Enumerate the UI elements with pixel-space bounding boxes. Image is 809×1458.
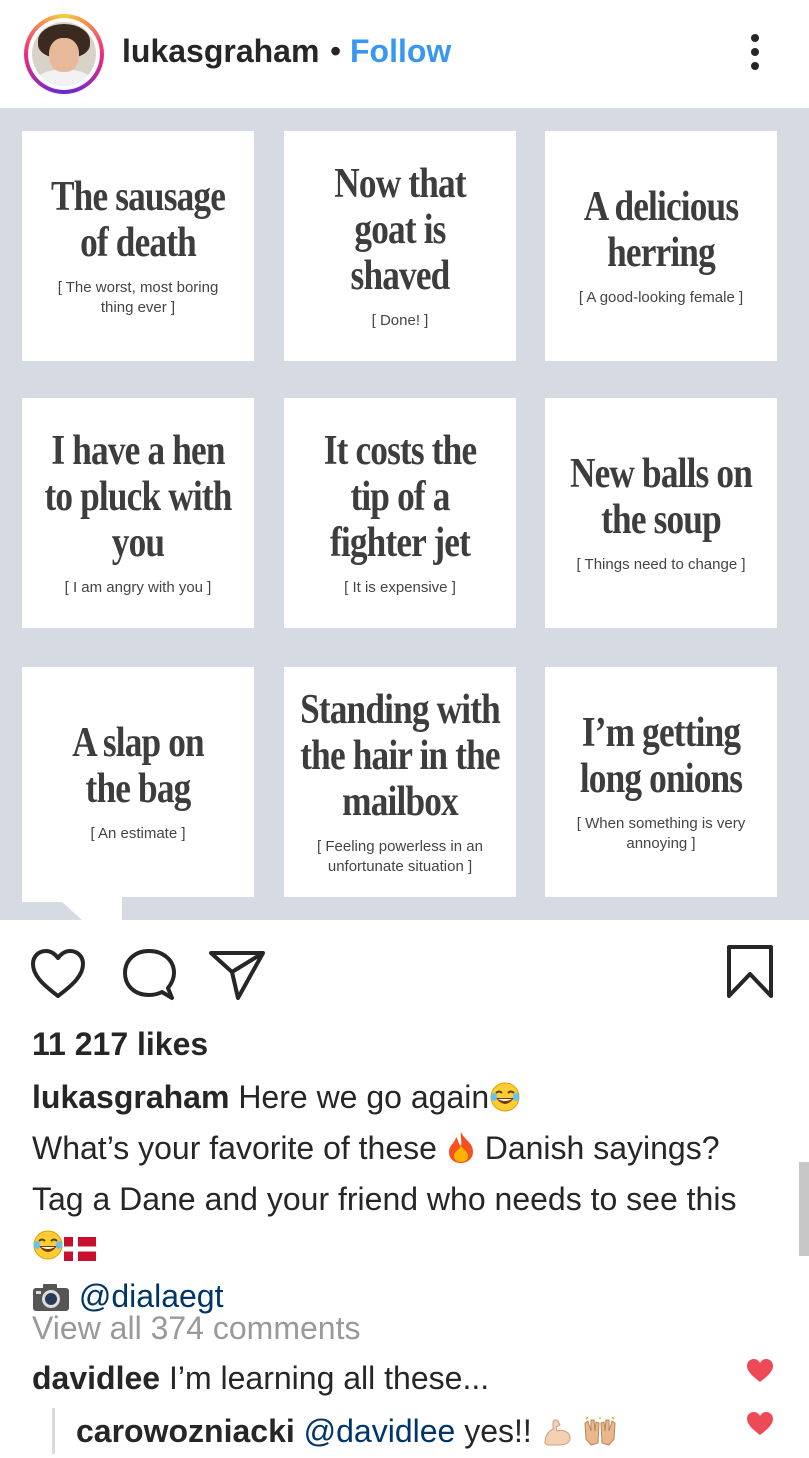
comment-username[interactable]: davidlee xyxy=(32,1360,160,1396)
saying-meaning: [ When something is very annoying ] xyxy=(576,815,746,852)
bookmark-icon[interactable] xyxy=(726,944,774,1000)
heart-filled-icon[interactable] xyxy=(746,1358,774,1384)
saying-text: Now that goat is shaved xyxy=(334,161,466,299)
more-vertical-icon[interactable] xyxy=(740,30,770,74)
saying-card: I have a hen to pluck with you [ I am an… xyxy=(22,398,254,628)
reply-indent-line xyxy=(52,1408,55,1454)
action-bar xyxy=(0,930,809,1010)
saying-card: A delicious herring [ A good-looking fem… xyxy=(545,131,777,361)
fire-emoji-icon xyxy=(446,1130,476,1176)
saying-meaning: [ Done! ] xyxy=(371,312,429,329)
saying-meaning: [ It is expensive ] xyxy=(344,579,456,596)
saying-card: It costs the tip of a fighter jet [ It i… xyxy=(284,398,516,628)
caption-line-2b: Danish sayings? xyxy=(484,1130,720,1166)
saying-card: The sausage of death [ The worst, most b… xyxy=(22,131,254,361)
flexed-biceps-emoji-icon xyxy=(541,1417,573,1455)
laughing-emoji-icon xyxy=(32,1227,64,1273)
photo-credit-mention[interactable]: @dialaegt xyxy=(79,1278,224,1314)
scrollbar[interactable] xyxy=(799,1162,809,1256)
view-all-comments-link[interactable]: View all 374 comments xyxy=(32,1310,360,1347)
post-header: lukasgraham • Follow xyxy=(0,0,809,108)
saying-card: Now that goat is shaved [ Done! ] xyxy=(284,131,516,361)
caption-line-3: Tag a Dane and your friend who needs to … xyxy=(32,1181,737,1217)
post-image[interactable]: The sausage of death [ The worst, most b… xyxy=(0,108,809,920)
saying-card: A slap on the bag [ An estimate ] xyxy=(22,667,254,897)
saying-card: New balls on the soup [ Things need to c… xyxy=(545,398,777,628)
saying-text: New balls on the soup xyxy=(569,451,753,543)
saying-meaning: [ An estimate ] xyxy=(90,825,186,842)
saying-text: I have a hen to pluck with you xyxy=(44,428,232,566)
post-caption: lukasgraham Here we go again What’s your… xyxy=(32,1074,792,1324)
denmark-flag-icon xyxy=(64,1227,96,1273)
saying-meaning: [ A good-looking female ] xyxy=(578,289,744,306)
caption-line-1: Here we go again xyxy=(238,1079,490,1115)
raising-hands-emoji-icon xyxy=(582,1416,618,1455)
saying-meaning: [ I am angry with you ] xyxy=(64,579,212,596)
likes-count[interactable]: 11 217 likes xyxy=(32,1026,208,1063)
saying-text: A delicious herring xyxy=(583,184,739,276)
send-icon[interactable] xyxy=(208,948,266,1002)
avatar[interactable] xyxy=(24,14,104,94)
saying-text: It costs the tip of a fighter jet xyxy=(323,428,477,566)
saying-card: Standing with the hair in the mailbox [ … xyxy=(284,667,516,897)
comment-mention[interactable]: @davidlee xyxy=(304,1413,456,1449)
comment-reply-row: carowozniacki @davidlee yes!! xyxy=(76,1413,618,1455)
caption-line-2a: What’s your favorite of these xyxy=(32,1130,437,1166)
laughing-emoji-icon xyxy=(489,1079,521,1125)
saying-text: A slap on the bag xyxy=(72,720,205,812)
heart-icon[interactable] xyxy=(30,948,86,1000)
heart-filled-icon[interactable] xyxy=(746,1411,774,1437)
saying-card: I’m getting long onions [ When something… xyxy=(545,667,777,897)
separator-dot: • xyxy=(330,33,342,69)
caption-username[interactable]: lukasgraham xyxy=(32,1079,229,1115)
saying-meaning: [ Things need to change ] xyxy=(576,556,746,573)
saying-text: Standing with the hair in the mailbox xyxy=(300,687,501,825)
saying-meaning: [ Feeling powerless in an unfortunate si… xyxy=(317,838,483,875)
comment-icon[interactable] xyxy=(122,948,176,1002)
saying-text: I’m getting long onions xyxy=(579,710,743,802)
post-username[interactable]: lukasgraham xyxy=(122,33,319,70)
user-tag-icon[interactable] xyxy=(22,888,122,920)
comment-text: I’m learning all these... xyxy=(168,1360,490,1396)
comment-username[interactable]: carowozniacki xyxy=(76,1413,295,1449)
saying-meaning: [ The worst, most boring thing ever ] xyxy=(57,279,219,316)
saying-text: The sausage of death xyxy=(50,174,226,266)
follow-button[interactable]: Follow xyxy=(350,33,451,70)
comment-text: yes!! xyxy=(464,1413,532,1449)
comment-row: davidlee I’m learning all these... xyxy=(32,1360,489,1397)
